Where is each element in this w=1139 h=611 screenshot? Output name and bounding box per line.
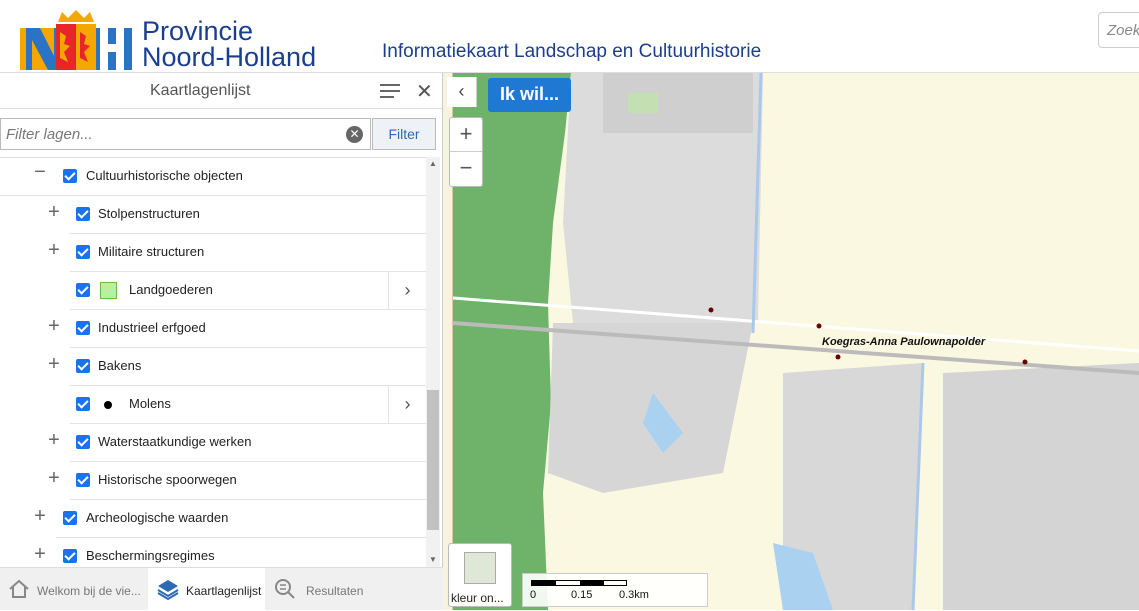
filter-input[interactable]: Filter lagen... bbox=[0, 118, 371, 150]
layer-label: Cultuurhistorische objecten bbox=[86, 168, 243, 183]
scroll-down-icon[interactable]: ▼ bbox=[429, 555, 437, 564]
basemap-label: kleur on... bbox=[451, 591, 504, 605]
layer-bakens[interactable]: + Bakens bbox=[48, 348, 426, 386]
layer-checkbox[interactable] bbox=[63, 169, 77, 183]
layer-checkbox[interactable] bbox=[76, 245, 90, 259]
layer-checkbox[interactable] bbox=[76, 283, 90, 297]
layer-historische-spoorwegen[interactable]: + Historische spoorwegen bbox=[48, 462, 426, 500]
scale-bar: 0 0.15 0.3km bbox=[522, 573, 708, 607]
map-view[interactable] bbox=[453, 73, 1139, 610]
tab-kaartlagenlijst[interactable]: Kaartlagenlijst bbox=[148, 568, 265, 611]
expand-icon[interactable]: + bbox=[46, 201, 62, 224]
basemap-toggle[interactable]: kleur on... bbox=[448, 543, 512, 607]
expand-icon[interactable]: + bbox=[32, 543, 48, 566]
layer-checkbox[interactable] bbox=[63, 511, 77, 525]
app-header: Provincie Noord-Holland Informatiekaart … bbox=[0, 0, 1139, 73]
scale-label-0: 0 bbox=[530, 589, 537, 601]
layer-archeologische-waarden[interactable]: + Archeologische waarden bbox=[34, 500, 426, 538]
tab-label: Welkom bij de vie... bbox=[37, 584, 141, 598]
tab-resultaten[interactable]: Resultaten bbox=[266, 568, 443, 611]
scale-bar-graphic bbox=[531, 580, 627, 586]
legend-square-icon bbox=[100, 282, 117, 299]
zoom-in-button[interactable]: + bbox=[450, 118, 482, 152]
scale-label-mid: 0.15 bbox=[571, 589, 593, 601]
layer-label: Industrieel erfgoed bbox=[98, 320, 206, 335]
app-title: Informatiekaart Landschap en Cultuurhist… bbox=[382, 41, 762, 62]
layer-checkbox[interactable] bbox=[76, 435, 90, 449]
brand-name: Provincie Noord-Holland bbox=[142, 16, 317, 72]
layer-checkbox[interactable] bbox=[76, 473, 90, 487]
legend-dot-icon bbox=[104, 401, 112, 409]
layer-label: Waterstaatkundige werken bbox=[98, 434, 252, 449]
scale-label-max: 0.3km bbox=[619, 589, 649, 601]
layer-checkbox[interactable] bbox=[76, 321, 90, 335]
zoom-control: + − bbox=[449, 117, 483, 187]
scroll-up-icon[interactable]: ▲ bbox=[429, 159, 437, 168]
tab-label: Resultaten bbox=[306, 584, 364, 598]
layer-checkbox[interactable] bbox=[63, 549, 77, 563]
layer-cultuurhistorische-objecten[interactable]: − Cultuurhistorische objecten bbox=[0, 158, 426, 196]
expand-icon[interactable]: + bbox=[32, 505, 48, 528]
layer-beschermingsregimes[interactable]: + Beschermingsregimes bbox=[34, 538, 426, 567]
layer-label: Militaire structuren bbox=[98, 244, 205, 259]
layer-molens[interactable]: Molens › bbox=[70, 386, 426, 424]
layer-waterstaatkundige-werken[interactable]: + Waterstaatkundige werken bbox=[48, 424, 426, 462]
layers-icon bbox=[157, 580, 179, 600]
results-icon bbox=[275, 579, 295, 599]
brand-line-2: Noord-Holland bbox=[142, 42, 317, 72]
chevron-right-icon[interactable]: › bbox=[388, 386, 426, 424]
close-icon[interactable]: ✕ bbox=[416, 79, 433, 104]
expand-icon[interactable]: + bbox=[46, 467, 62, 490]
panel-tabs: Welkom bij de vie... Kaartlagenlijst Res… bbox=[0, 567, 443, 611]
layer-list-scrollbar[interactable]: ▲ ▼ bbox=[426, 157, 440, 567]
layer-panel: Kaartlagenlijst ✕ Filter lagen... ✕ Filt… bbox=[0, 73, 443, 611]
panel-header: Kaartlagenlijst ✕ bbox=[0, 73, 442, 109]
scale-segment bbox=[532, 581, 556, 585]
tab-label: Kaartlagenlijst bbox=[186, 584, 262, 598]
province-logo bbox=[20, 10, 132, 70]
brand-line-1: Provincie bbox=[142, 16, 254, 46]
layer-label: Landgoederen bbox=[129, 282, 213, 297]
menu-icon[interactable] bbox=[380, 83, 400, 99]
basemap-thumbnail bbox=[464, 552, 496, 584]
collapse-icon[interactable]: − bbox=[32, 161, 48, 184]
layer-label: Stolpenstructuren bbox=[98, 206, 200, 221]
layer-list: − Cultuurhistorische objecten + Stolpens… bbox=[0, 157, 426, 567]
layer-checkbox[interactable] bbox=[76, 207, 90, 221]
tab-welkom[interactable]: Welkom bij de vie... bbox=[0, 568, 147, 611]
layer-stolpenstructuren[interactable]: + Stolpenstructuren bbox=[48, 196, 426, 234]
layer-label: Molens bbox=[129, 396, 171, 411]
layer-militaire-structuren[interactable]: + Militaire structuren bbox=[48, 234, 426, 272]
layer-checkbox[interactable] bbox=[76, 397, 90, 411]
zoom-out-button[interactable]: − bbox=[450, 152, 482, 186]
search-input[interactable]: Zoek bbox=[1098, 12, 1139, 48]
expand-icon[interactable]: + bbox=[46, 429, 62, 452]
clear-filter-icon[interactable]: ✕ bbox=[346, 126, 363, 143]
layer-checkbox[interactable] bbox=[76, 359, 90, 373]
expand-icon[interactable]: + bbox=[46, 353, 62, 376]
layer-landgoederen[interactable]: Landgoederen › bbox=[70, 272, 426, 310]
place-label: Koegras-Anna Paulownapolder bbox=[822, 336, 986, 348]
filter-button[interactable]: Filter bbox=[372, 118, 436, 150]
map-canvas[interactable] bbox=[453, 73, 1139, 610]
layer-industrieel-erfgoed[interactable]: + Industrieel erfgoed bbox=[48, 310, 426, 348]
layer-label: Archeologische waarden bbox=[86, 510, 229, 525]
layer-label: Historische spoorwegen bbox=[98, 472, 237, 487]
panel-title: Kaartlagenlijst bbox=[150, 82, 251, 99]
home-icon bbox=[9, 579, 29, 598]
expand-icon[interactable]: + bbox=[46, 239, 62, 262]
layer-label: Beschermingsregimes bbox=[86, 548, 215, 563]
filter-row: Filter lagen... ✕ Filter bbox=[0, 118, 443, 152]
expand-icon[interactable]: + bbox=[46, 315, 62, 338]
ik-wil-button[interactable]: Ik wil... bbox=[488, 78, 571, 112]
chevron-right-icon[interactable]: › bbox=[388, 272, 426, 310]
scroll-thumb[interactable] bbox=[427, 390, 439, 530]
collapse-panel-button[interactable]: ‹ bbox=[447, 77, 477, 107]
scale-segment bbox=[580, 581, 604, 585]
layer-label: Bakens bbox=[98, 358, 142, 373]
